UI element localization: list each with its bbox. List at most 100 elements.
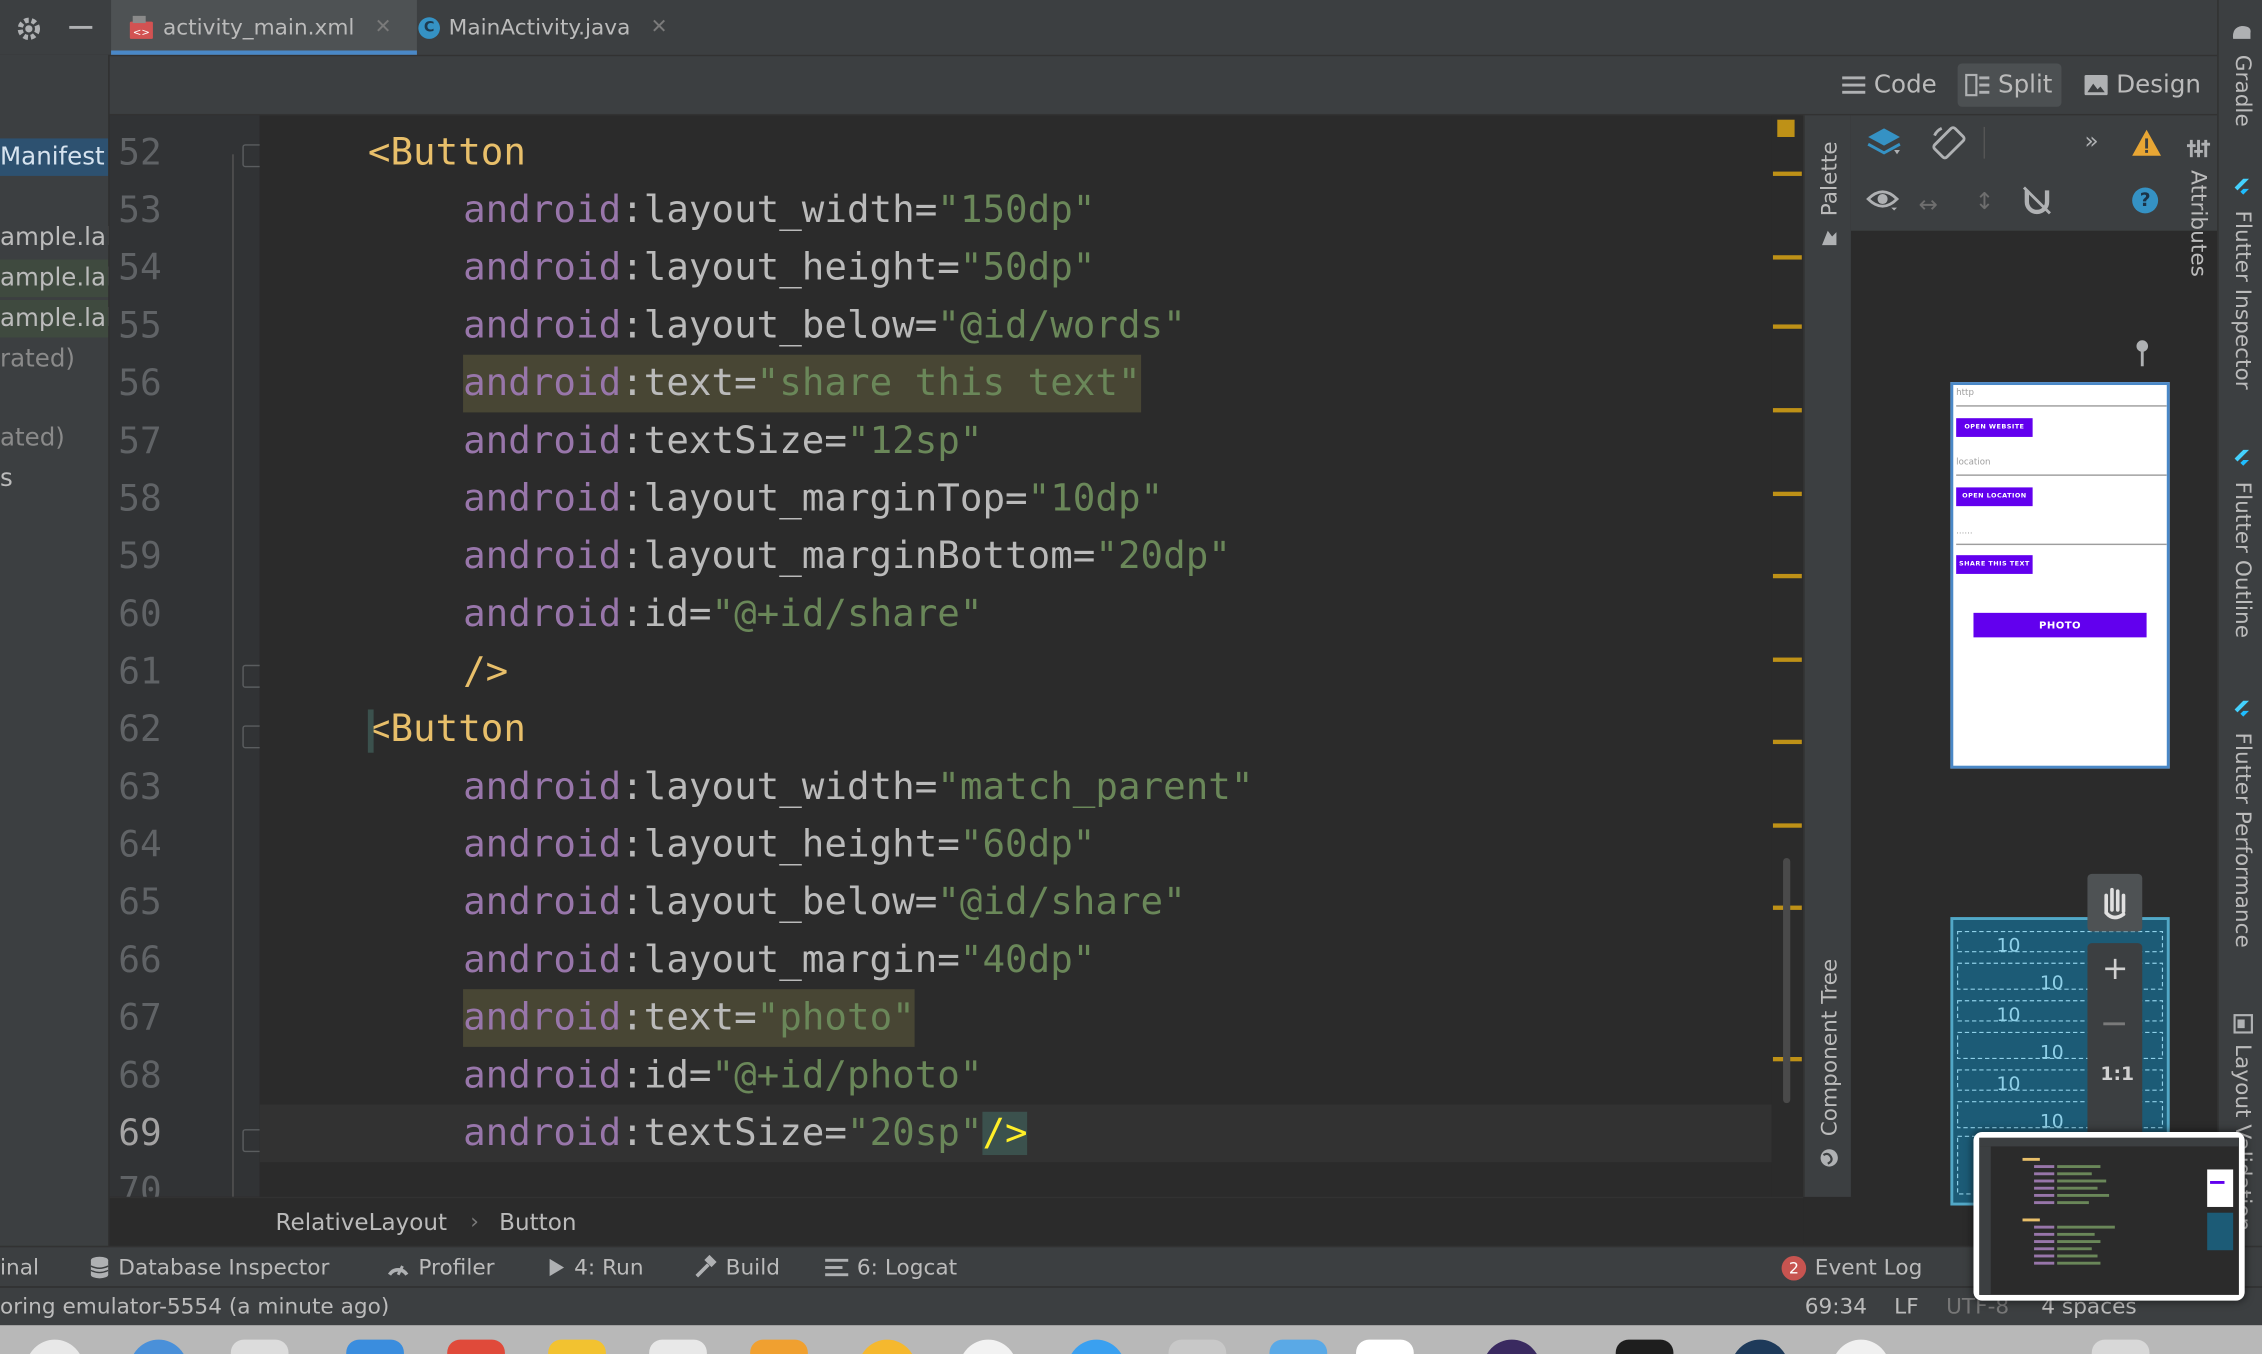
code-line: android:id="@+id/share": [260, 585, 1801, 643]
pin-icon[interactable]: [2132, 339, 2152, 368]
gradle-tab[interactable]: Gradle: [2230, 55, 2256, 127]
java-class-icon: C: [418, 16, 440, 39]
project-item[interactable]: rated): [0, 340, 75, 377]
orientation-icon[interactable]: [1930, 124, 1968, 161]
warning-marker[interactable]: [1772, 324, 1802, 329]
attributes-tab[interactable]: Attributes: [2186, 170, 2212, 277]
breadcrumb-item[interactable]: RelativeLayout: [276, 1208, 448, 1235]
run-button[interactable]: 4: Run: [548, 1247, 644, 1287]
app-icon[interactable]: [2091, 1339, 2150, 1354]
split-mode-button[interactable]: Split: [1957, 63, 2062, 107]
warning-marker[interactable]: [1772, 491, 1802, 497]
flutter-inspector-tab[interactable]: Flutter Inspector: [2230, 211, 2256, 390]
app-icon[interactable]: [959, 1339, 1018, 1354]
project-item[interactable]: ample.lal: [0, 299, 108, 338]
warning-status-icon[interactable]: [1777, 119, 1795, 137]
eye-icon[interactable]: [1865, 185, 1900, 214]
profiler-button[interactable]: Profiler: [387, 1247, 495, 1287]
warning-marker[interactable]: [1772, 255, 1802, 260]
app-icon[interactable]: [447, 1339, 505, 1354]
warning-icon[interactable]: [2131, 128, 2163, 157]
preview-text-field[interactable]: ......: [1956, 526, 2167, 546]
horizontal-constraint-icon[interactable]: ↔: [1919, 190, 1938, 217]
build-button[interactable]: Build: [694, 1247, 780, 1287]
database-inspector-button[interactable]: Database Inspector: [89, 1247, 329, 1287]
line-number: 64: [118, 823, 162, 866]
notes-app-icon[interactable]: [548, 1339, 606, 1354]
minimize-icon[interactable]: [69, 25, 93, 29]
safari-app-icon[interactable]: [129, 1339, 188, 1354]
preview-photo-button[interactable]: PHOTO: [1973, 612, 2147, 638]
code-editor[interactable]: <Button android:layout_width="150dp" and…: [259, 115, 1801, 1197]
project-item[interactable]: ample.lal: [0, 219, 108, 256]
project-item-manifest[interactable]: Manifest: [0, 138, 109, 176]
flutter-performance-tab[interactable]: Flutter Performance: [2230, 733, 2256, 948]
app-icon[interactable]: [1067, 1339, 1126, 1354]
project-item[interactable]: ated): [0, 420, 65, 457]
window-thumbnail[interactable]: [1973, 1131, 2245, 1301]
magnet-off-icon[interactable]: [2021, 185, 2053, 217]
warning-marker[interactable]: [1772, 573, 1802, 579]
finder-app-icon[interactable]: [25, 1339, 84, 1354]
terminal-tool-button[interactable]: inal: [0, 1247, 39, 1287]
help-icon[interactable]: ?: [2132, 187, 2159, 214]
preview-url-field[interactable]: http: [1956, 388, 2167, 407]
palette-tab[interactable]: Palette: [1816, 141, 1842, 216]
play-icon: [548, 1257, 565, 1277]
vertical-constraint-icon[interactable]: ↕: [1975, 187, 1994, 214]
tab-main-activity-java[interactable]: C MainActivity.java ✕: [418, 0, 692, 55]
zoom-out-icon[interactable]: [2103, 1022, 2125, 1026]
design-mode-button[interactable]: Design: [2076, 63, 2210, 106]
scrollbar-thumb[interactable]: [1783, 857, 1791, 1104]
close-icon[interactable]: ✕: [651, 16, 668, 39]
project-panel: Manifest ample.lal ample.lal ample.lal r…: [0, 54, 110, 1246]
error-stripe[interactable]: [1771, 115, 1804, 1197]
more-chevrons-icon[interactable]: »: [2085, 127, 2099, 154]
warning-marker[interactable]: [1772, 408, 1802, 413]
code-line: android:layout_below="@id/words": [260, 297, 1801, 355]
app-icon[interactable]: [1832, 1339, 1890, 1354]
terminal-app-icon[interactable]: [1615, 1339, 1674, 1354]
preview-location-field[interactable]: location: [1956, 457, 2167, 476]
app-icon[interactable]: [649, 1339, 707, 1354]
warning-marker[interactable]: [1772, 657, 1802, 662]
event-count-badge: 2: [1781, 1255, 1807, 1280]
pan-hand-button[interactable]: [2087, 873, 2143, 932]
app-icon[interactable]: [1482, 1339, 1541, 1354]
app-icon[interactable]: [346, 1339, 404, 1354]
line-separator[interactable]: LF: [1894, 1288, 1919, 1327]
warning-marker[interactable]: [1772, 739, 1802, 745]
preview-share-button[interactable]: SHARE THIS TEXT: [1956, 555, 2033, 574]
mail-app-icon[interactable]: [230, 1339, 289, 1354]
breadcrumb-item[interactable]: Button: [499, 1208, 576, 1235]
close-icon[interactable]: ✕: [375, 16, 392, 39]
status-message[interactable]: oring emulator-5554 (a minute ago): [0, 1288, 389, 1327]
zoom-actual-size-button[interactable]: 1:1: [2100, 1064, 2134, 1086]
line-number: 66: [118, 938, 162, 981]
flutter-outline-tab[interactable]: Flutter Outline: [2230, 482, 2256, 638]
tab-activity-main-xml[interactable]: <> activity_main.xml ✕: [111, 0, 417, 55]
gear-icon[interactable]: [14, 14, 43, 43]
warning-marker[interactable]: [1772, 171, 1802, 176]
layers-icon[interactable]: [1865, 124, 1903, 161]
warning-marker[interactable]: [1772, 823, 1802, 828]
code-line: />: [260, 643, 1801, 701]
app-icon[interactable]: [1731, 1339, 1789, 1354]
design-mode-label: Design: [2116, 70, 2201, 100]
layout-preview[interactable]: http OPEN WEBSITE location OPEN LOCATION…: [1950, 382, 2170, 769]
project-item[interactable]: s: [0, 460, 13, 497]
zoom-in-icon[interactable]: +: [2102, 952, 2129, 988]
event-log-button[interactable]: 2 Event Log: [1781, 1247, 1922, 1287]
logcat-button[interactable]: 6: Logcat: [825, 1247, 957, 1287]
app-icon[interactable]: [750, 1339, 808, 1354]
code-mode-button[interactable]: Code: [1834, 63, 1946, 106]
component-tree-tab[interactable]: Component Tree: [1816, 959, 1842, 1137]
app-icon[interactable]: [858, 1339, 917, 1354]
app-icon[interactable]: [1356, 1339, 1414, 1354]
preview-open-location-button[interactable]: OPEN LOCATION: [1956, 487, 2033, 507]
app-icon[interactable]: [1269, 1339, 1328, 1354]
project-item[interactable]: ample.lal: [0, 259, 108, 298]
caret-position[interactable]: 69:34: [1805, 1288, 1867, 1327]
app-icon[interactable]: [1168, 1339, 1227, 1354]
preview-open-website-button[interactable]: OPEN WEBSITE: [1956, 418, 2033, 437]
